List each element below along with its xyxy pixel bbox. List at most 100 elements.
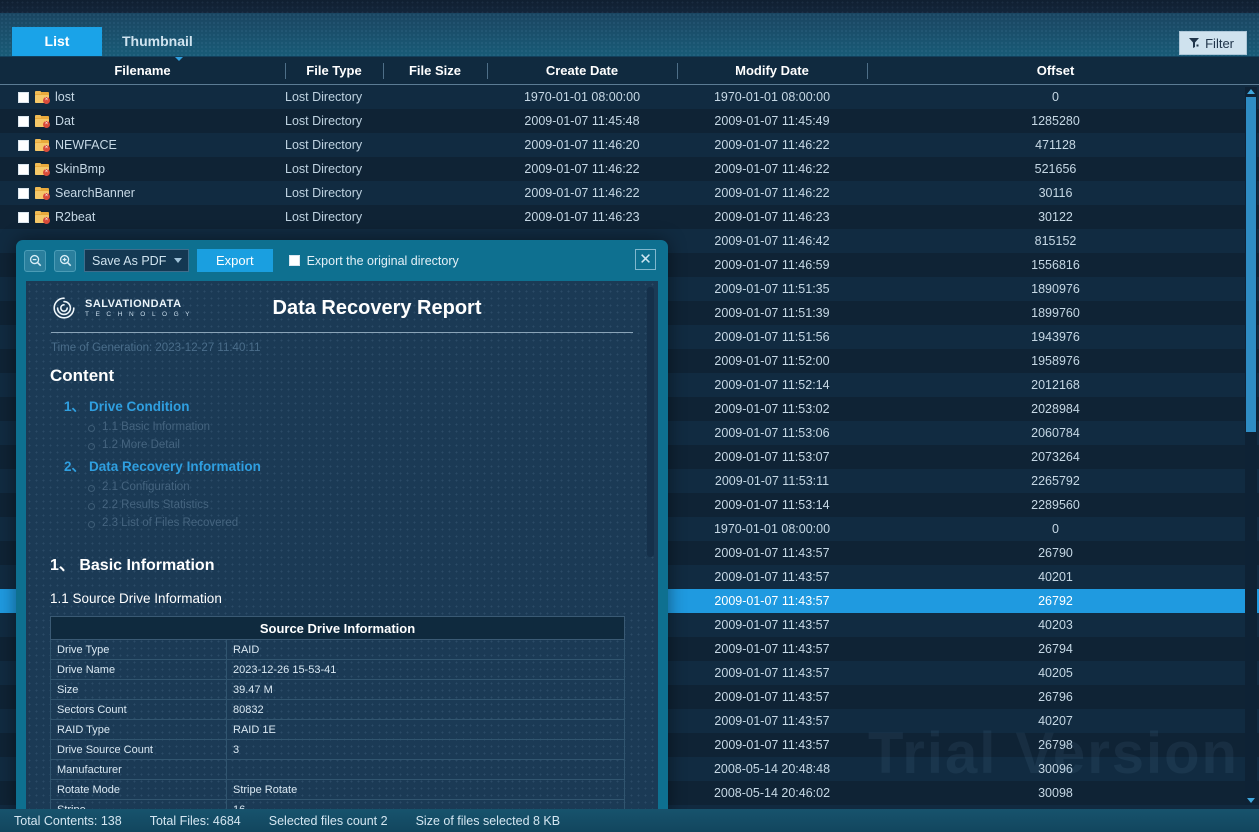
report-generation-time: Time of Generation: 2023-12-27 11:40:11 [51,342,261,354]
table-scrollbar[interactable] [1245,87,1257,805]
cell-modify-date: 2009-01-07 11:46:23 [714,210,830,224]
drive-info-row: Size 39.47 M [50,679,625,700]
drive-info-value: RAID 1E [226,719,625,740]
row-checkbox[interactable] [18,187,29,199]
filter-icon [1188,37,1200,49]
filename-label: R2beat [55,210,96,224]
column-header-modify-date[interactable]: Modify Date [677,57,867,85]
cell-filename: × R2beat [0,205,285,229]
column-header-create-date[interactable]: Create Date [487,57,677,85]
toc-label: Drive Condition [89,399,190,414]
toc-entry-level2[interactable]: 1.2 More Detail [88,439,634,451]
cell-offset: 0 [1052,522,1059,536]
cell-modify-date: 2009-01-07 11:53:07 [714,450,830,464]
lost-folder-icon: × [35,163,50,176]
scroll-down-arrow-icon[interactable] [1247,798,1255,803]
logo-tagline: T E C H N O L O G Y [85,311,192,318]
drive-info-key: Manufacturer [50,759,227,780]
column-header-file-size[interactable]: File Size [383,57,487,85]
scrollbar-thumb[interactable] [1246,97,1256,432]
cell-offset: 30096 [1038,762,1073,776]
cell-offset: 2060784 [1031,426,1080,440]
cell-modify-date: 2009-01-07 11:43:57 [714,546,830,560]
zoom-out-icon[interactable] [24,249,46,272]
drive-info-key: Rotate Mode [50,779,227,800]
cell-offset: 26796 [1038,690,1073,704]
row-checkbox[interactable] [18,115,29,127]
tab-list[interactable]: List [12,27,102,56]
toc-entry-level1[interactable]: 1、 Drive Condition [64,395,634,415]
export-format-select[interactable]: Save As PDF [84,249,189,272]
row-checkbox[interactable] [18,139,29,151]
cell-modify-date: 2009-01-07 11:51:56 [714,330,830,344]
cell-modify-date: 1970-01-01 08:00:00 [713,90,831,104]
table-row[interactable]: × R2beat Lost Directory 2009-01-07 11:46:23… [0,205,1259,229]
cell-create-date: 2009-01-07 11:46:22 [524,186,640,200]
cell-offset: 0 [1052,90,1059,104]
table-row[interactable]: × SearchBanner Lost Directory 2009-01-07 11… [0,181,1259,205]
drive-info-row: Drive Type RAID [50,639,625,660]
close-icon[interactable]: ✕ [635,249,656,270]
cell-modify-date: 2009-01-07 11:43:57 [714,642,830,656]
filename-label: Dat [55,114,75,128]
column-header-filename[interactable]: Filename [0,57,285,85]
cell-offset: 40205 [1038,666,1073,680]
toc-entry-level2[interactable]: 2.3 List of Files Recovered [88,517,634,529]
cell-modify-date: 2009-01-07 11:51:35 [714,282,830,296]
cell-modify-date: 2008-05-14 20:46:02 [713,786,831,800]
cell-create-date: 2009-01-07 11:45:48 [524,114,640,128]
cell-offset: 1958976 [1031,354,1080,368]
toc-entry-level1[interactable]: 2、 Data Recovery Information [64,455,634,475]
drive-info-row: RAID Type RAID 1E [50,719,625,740]
table-row[interactable]: × SkinBmp Lost Directory 2009-01-07 11:46:2… [0,157,1259,181]
salvationdata-logo: SALVATIONDATA T E C H N O L O G Y [51,295,241,321]
toc-entry-level2[interactable]: 2.2 Results Statistics [88,499,634,511]
cell-file-type: Lost Directory [285,138,363,152]
column-header-file-type[interactable]: File Type [285,57,383,85]
tab-thumbnail[interactable]: Thumbnail [102,27,213,56]
cell-offset: 26790 [1038,546,1073,560]
row-checkbox[interactable] [18,163,29,175]
scroll-up-arrow-icon[interactable] [1247,89,1255,94]
export-original-directory-label: Export the original directory [306,253,459,268]
export-button[interactable]: Export [197,249,273,272]
cell-modify-date: 2009-01-07 11:52:00 [714,354,830,368]
export-original-directory-checkbox[interactable]: Export the original directory [288,253,459,268]
column-header-offset[interactable]: Offset [867,57,1244,85]
window-title-strip [0,0,1259,13]
cell-modify-date: 2009-01-07 11:53:11 [714,474,830,488]
cell-modify-date: 2009-01-07 11:45:49 [714,114,830,128]
drive-info-value: 3 [226,739,625,760]
filename-label: lost [55,90,75,104]
toc-label: Data Recovery Information [89,459,261,474]
cell-modify-date: 2009-01-07 11:53:06 [714,426,830,440]
cell-modify-date: 2008-05-14 20:48:48 [713,762,831,776]
drive-info-row: Manufacturer [50,759,625,780]
cell-modify-date: 1970-01-01 08:00:00 [713,522,831,536]
cell-offset: 30122 [1038,210,1073,224]
cell-modify-date: 2009-01-07 11:51:39 [714,306,830,320]
cell-offset: 815152 [1034,234,1077,248]
report-scrollbar-thumb[interactable] [647,287,654,557]
cell-offset: 30098 [1038,786,1073,800]
cell-offset: 1890976 [1031,282,1080,296]
report-section-heading: 1、 Basic Information [50,557,215,574]
table-row[interactable]: × NEWFACE Lost Directory 2009-01-07 11:46:2… [0,133,1259,157]
cell-offset: 30116 [1038,186,1073,200]
lost-folder-icon: × [35,187,50,200]
table-row[interactable]: × lost Lost Directory 1970-01-01 08:00:00 19… [0,85,1259,109]
row-checkbox[interactable] [18,91,29,103]
toc-number: 2、 [64,459,86,474]
report-scrollbar[interactable] [647,287,654,557]
zoom-in-icon[interactable] [54,249,76,272]
toc-number: 1、 [64,399,86,414]
source-drive-information-table: Source Drive Information Drive Type RAID D… [50,616,625,810]
table-row[interactable]: × Dat Lost Directory 2009-01-07 11:45:48 200… [0,109,1259,133]
drive-info-key: Size [50,679,227,700]
cell-modify-date: 2009-01-07 11:43:57 [714,570,830,584]
toc-entry-level2[interactable]: 2.1 Configuration [88,481,634,493]
filter-button[interactable]: Filter [1179,31,1247,55]
toc-entry-level2[interactable]: 1.1 Basic Information [88,421,634,433]
row-checkbox[interactable] [18,211,29,223]
tab-bar: List Thumbnail Filter [0,13,1259,57]
